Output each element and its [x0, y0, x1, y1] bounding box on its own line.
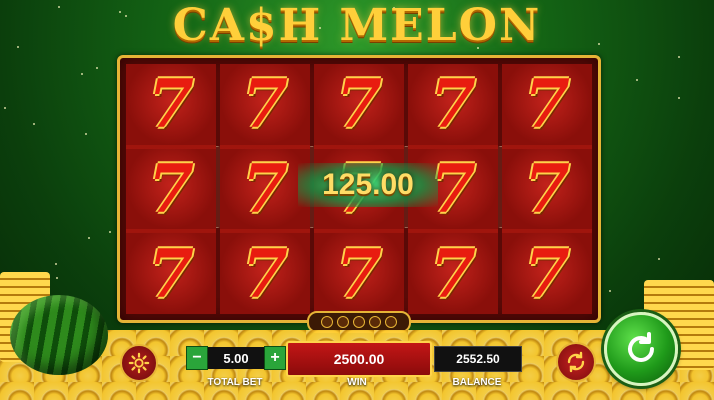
pager-dot [337, 316, 349, 328]
reel-cell: 7 [408, 233, 498, 315]
pager-dot [385, 316, 397, 328]
win-amount-popup: 125.00 [298, 163, 438, 207]
reel-cell: 7 [126, 64, 216, 145]
pager-dot [369, 316, 381, 328]
autoplay-button[interactable] [556, 342, 596, 382]
game-title: CA$H MELON [172, 0, 542, 51]
pager-dot [353, 316, 365, 328]
seven-symbol: 7 [242, 150, 288, 228]
total-bet-label: TOTAL BET [207, 377, 263, 388]
seven-symbol: 7 [524, 65, 570, 144]
sparkle [33, 123, 35, 125]
gear-icon [128, 352, 150, 374]
reel-cell: 7 [126, 148, 216, 230]
reel-column: 777 [502, 64, 592, 315]
reel-column: 777 [220, 64, 310, 315]
seven-symbol: 7 [148, 234, 194, 313]
win-value: 2500.00 [286, 341, 432, 377]
seven-symbol: 7 [524, 234, 570, 313]
reel-cell: 7 [408, 64, 498, 145]
reel-cell: 7 [220, 148, 310, 230]
spin-icon [628, 332, 654, 362]
seven-symbol: 7 [430, 65, 476, 144]
sparkle [56, 277, 58, 279]
reel-cell: 7 [502, 233, 592, 315]
seven-symbol: 7 [336, 234, 382, 313]
increase-bet-button[interactable]: + [264, 346, 286, 370]
total-bet-stepper: − 5.00 + [186, 346, 286, 370]
reel-cell: 7 [220, 233, 310, 315]
seven-symbol: 7 [524, 150, 570, 228]
reel-cell: 7 [126, 233, 216, 315]
sparkle [636, 79, 638, 81]
seven-symbol: 7 [148, 150, 194, 228]
total-bet-value: 5.00 [208, 347, 264, 369]
decrease-bet-button[interactable]: − [186, 346, 208, 370]
settings-button[interactable] [120, 344, 158, 382]
sparkle [81, 73, 83, 75]
reel-cell: 7 [502, 64, 592, 145]
reel-cell: 7 [220, 64, 310, 145]
seven-symbol: 7 [336, 65, 382, 144]
sparkle [88, 237, 90, 239]
reel-cell: 7 [314, 233, 404, 315]
reel-cell: 7 [314, 64, 404, 145]
seven-symbol: 7 [242, 234, 288, 313]
win-label: WIN [347, 377, 367, 388]
seven-symbol: 7 [430, 234, 476, 313]
sparkle [609, 290, 611, 292]
sparkle [85, 133, 87, 135]
sparkle [658, 258, 660, 260]
balance-label: BALANCE [452, 377, 502, 388]
autoplay-icon [567, 351, 585, 373]
seven-symbol: 7 [242, 65, 288, 144]
sparkle [4, 107, 6, 109]
reel-column: 777 [126, 64, 216, 315]
seven-symbol: 7 [148, 65, 194, 144]
spin-button[interactable] [604, 312, 678, 386]
sparkle [678, 56, 680, 58]
sparkle [678, 97, 680, 99]
pager-dot [321, 316, 333, 328]
sparkle [55, 263, 57, 265]
reel-cell: 7 [502, 148, 592, 230]
sparkle [96, 67, 98, 69]
sparkle [109, 231, 111, 233]
watermelon-decoration [10, 295, 108, 375]
balance-value: 2552.50 [434, 346, 522, 372]
